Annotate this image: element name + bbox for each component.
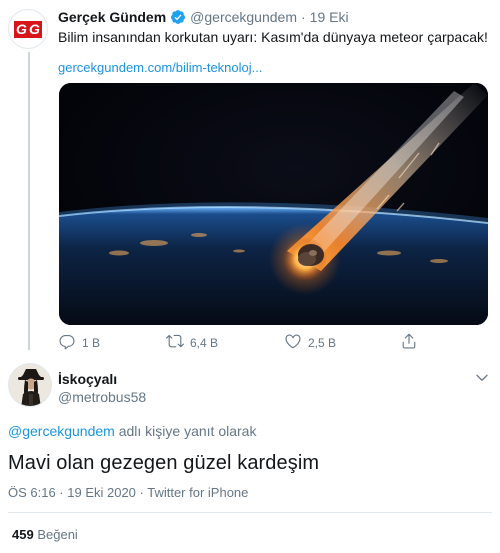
heart-icon <box>284 332 302 353</box>
reply-count: 1 B <box>82 335 101 350</box>
reply-avatar[interactable] <box>8 363 52 407</box>
thread-line <box>28 52 30 350</box>
meteor-image[interactable] <box>59 83 488 325</box>
retweet-action[interactable]: 6,4 B <box>166 332 218 353</box>
separator-dot: · <box>300 9 306 25</box>
reply-display-name[interactable]: İskoçyalı <box>58 370 117 388</box>
likes-label: Beğeni <box>37 527 78 542</box>
chevron-down-icon[interactable] <box>474 370 490 386</box>
reply-handle[interactable]: @metrobus58 <box>58 388 146 406</box>
parent-timestamp[interactable]: 19 Eki <box>310 8 349 26</box>
logo-letter-g2: G <box>27 20 42 38</box>
parent-tweet-text: Bilim insanından korkutan uyarı: Kasım'd… <box>58 29 488 45</box>
parent-avatar[interactable]: G G <box>8 9 48 49</box>
reply-tweet-text: Mavi olan gezegen güzel kardeşim <box>8 452 320 474</box>
like-action[interactable]: 2,5 B <box>284 332 336 353</box>
replying-to-label: adlı kişiye yanıt olarak <box>114 423 257 439</box>
replying-to: @gercekgundem adlı kişiye yanıt olarak <box>8 422 256 440</box>
parent-handle[interactable]: @gercekgundem <box>190 8 297 26</box>
like-count: 2,5 B <box>308 335 337 350</box>
retweet-count: 6,4 B <box>190 335 219 350</box>
share-action[interactable] <box>400 332 418 353</box>
parent-action-bar: 1 B 6,4 B 2,5 B <box>58 332 488 354</box>
likes-summary[interactable]: 459 Beğeni <box>12 526 78 544</box>
likes-count: 459 <box>12 527 34 542</box>
tweet-metadata[interactable]: ÖS 6:16 · 19 Eki 2020 · Twitter for iPho… <box>8 484 248 502</box>
reply-icon <box>58 332 76 353</box>
parent-tweet[interactable]: G G Gerçek Gündem @gercekgundem · 19 Eki… <box>0 0 500 355</box>
reply-action[interactable]: 1 B <box>58 332 100 353</box>
verified-badge-icon <box>170 9 186 25</box>
retweet-icon <box>166 332 184 353</box>
parent-display-name[interactable]: Gerçek Gündem <box>58 8 166 26</box>
share-icon <box>400 332 418 353</box>
replying-to-mention[interactable]: @gercekgundem <box>8 423 115 439</box>
parent-tweet-link[interactable]: gercekgundem.com/bilim-teknoloj... <box>58 60 262 76</box>
parent-header: Gerçek Gündem @gercekgundem · 19 Eki <box>58 8 349 26</box>
divider <box>8 512 492 513</box>
